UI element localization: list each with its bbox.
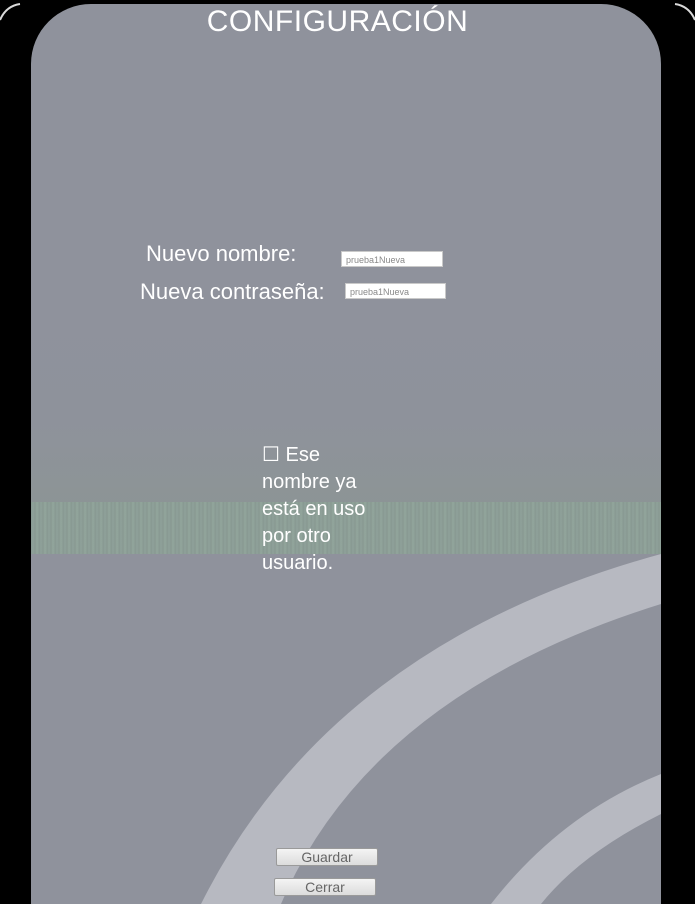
error-checkbox-icon: ☐ — [262, 444, 280, 466]
close-button[interactable]: Cerrar — [274, 878, 376, 896]
page-title: CONFIGURACIÓN — [206, 5, 469, 38]
new-password-field[interactable]: prueba1Nueva — [345, 283, 446, 299]
new-password-label: Nueva contraseña: — [140, 279, 325, 304]
config-screen: CONFIGURACIÓN Nuevo nombre: prueba1Nueva… — [0, 0, 695, 904]
save-button[interactable]: Guardar — [276, 848, 378, 866]
name-taken-message: ☐ Ese nombre ya está en uso por otro usu… — [262, 442, 392, 577]
new-name-field[interactable]: prueba1Nueva — [341, 251, 443, 267]
new-name-label: Nuevo nombre: — [146, 241, 297, 266]
